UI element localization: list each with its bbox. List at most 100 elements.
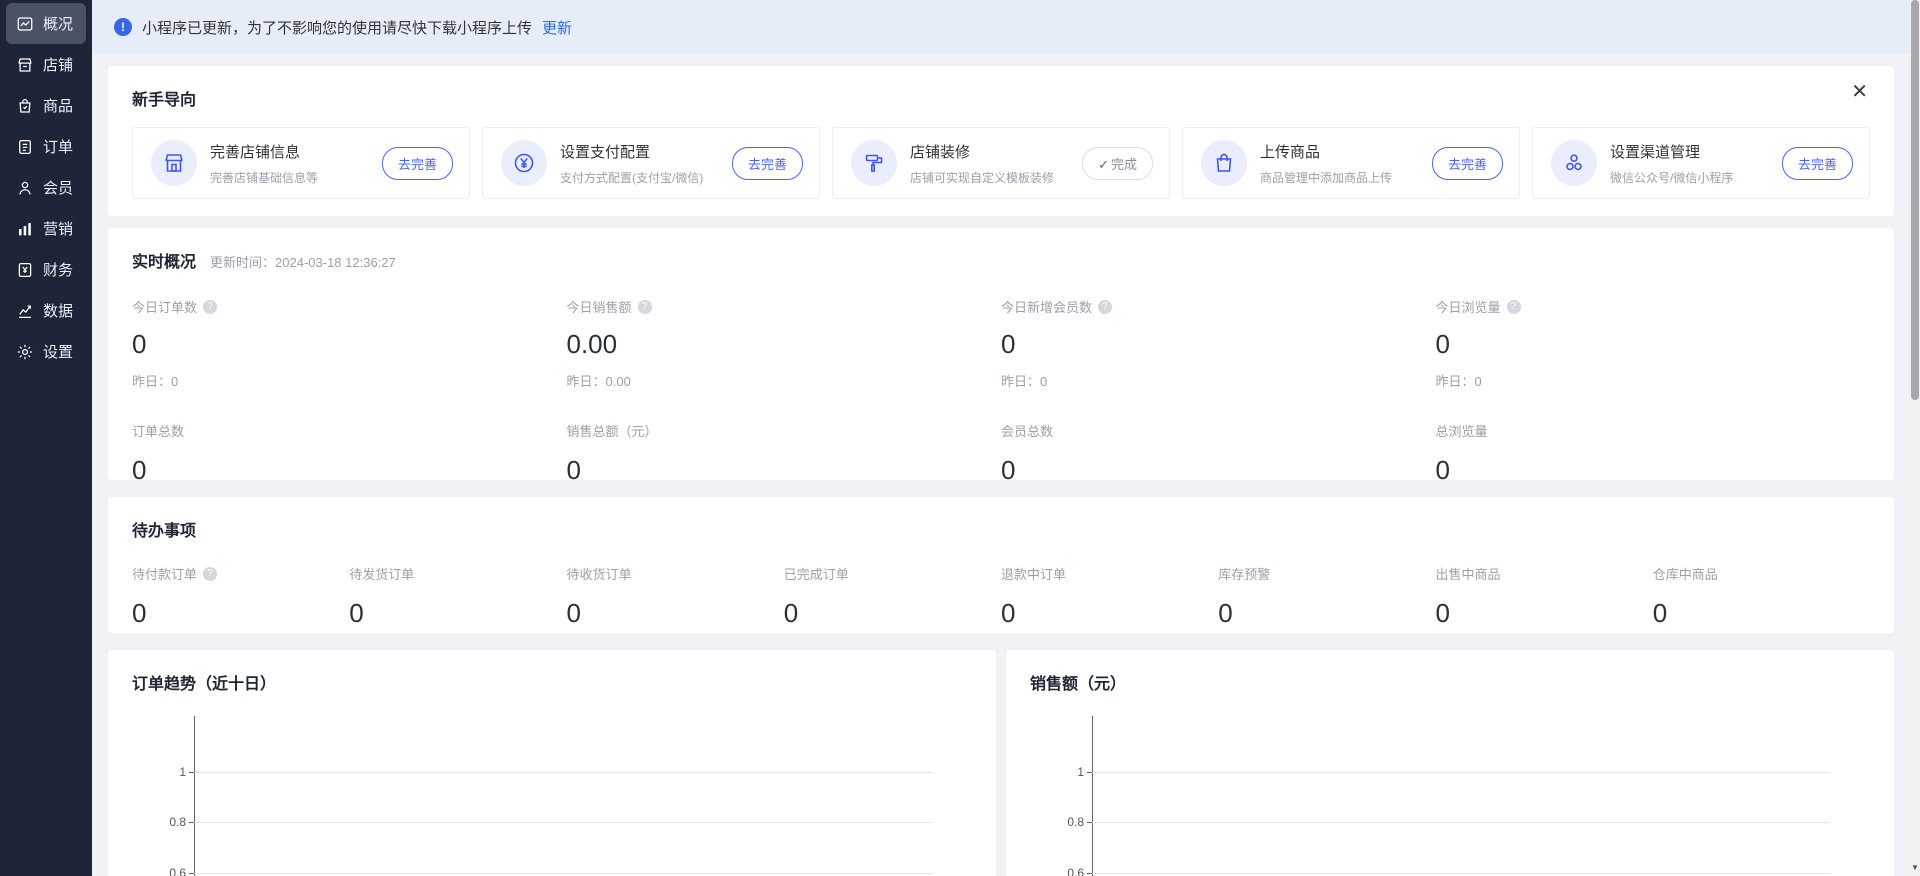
stat-today-sales: 今日销售额? 0.00 昨日：0.00 — [567, 297, 1002, 390]
guide-title: 新手导向 — [132, 86, 1870, 110]
gridline — [1092, 772, 1830, 773]
update-time: 更新时间：2024-03-18 12:36:27 — [210, 252, 396, 271]
guide-card-subtitle: 商品管理中添加商品上传 — [1260, 169, 1419, 186]
settings-icon — [16, 343, 34, 361]
channels-icon — [1551, 140, 1597, 186]
y-tick-label: 0.8 — [1067, 815, 1084, 829]
stat-yesterday: 昨日：0 — [132, 371, 567, 390]
goods-icon — [16, 97, 34, 115]
guide-card-payment: 设置支付配置 支付方式配置(支付宝/微信) 去完善 — [482, 127, 820, 199]
todo-pending-shipment: 待发货订单 0 — [349, 564, 566, 629]
todo-stats-row: 待付款订单? 0 待发货订单 0 待收货订单 0 已完成订单 0 退款中订单 0… — [132, 564, 1870, 629]
order-trend-chart: 1 0.8 0.6 0.4 — [132, 716, 972, 876]
completed-button[interactable]: ✓完成 — [1082, 147, 1153, 180]
guide-card-channels: 设置渠道管理 微信公众号/微信小程序 去完善 — [1532, 127, 1870, 199]
update-link[interactable]: 更新 — [542, 17, 572, 38]
todo-title: 待办事项 — [132, 517, 1870, 541]
stat-value: 0 — [784, 598, 1001, 629]
sidebar-item-data[interactable]: 数据 — [6, 290, 86, 331]
stat-today-new-members: 今日新增会员数? 0 昨日：0 — [1001, 297, 1436, 390]
help-icon[interactable]: ? — [638, 300, 652, 314]
y-tick-label: 0.6 — [169, 866, 186, 876]
overview-icon — [16, 15, 34, 33]
stat-value: 0 — [1001, 329, 1436, 360]
sidebar-item-label: 会员 — [43, 177, 73, 198]
sidebar-item-marketing[interactable]: 营销 — [6, 208, 86, 249]
shopping-bag-icon — [1201, 140, 1247, 186]
guide-card-subtitle: 完善店铺基础信息等 — [210, 169, 369, 186]
chart-title: 销售额（元） — [1030, 670, 1870, 694]
members-icon — [16, 179, 34, 197]
today-stats-row: 今日订单数? 0 昨日：0 今日销售额? 0.00 昨日：0.00 今日新增会员… — [132, 297, 1870, 390]
stat-value: 0 — [1001, 598, 1218, 629]
todo-warehouse-goods: 仓库中商品 0 — [1653, 564, 1870, 629]
sidebar-item-members[interactable]: 会员 — [6, 167, 86, 208]
todo-refunding-orders: 退款中订单 0 — [1001, 564, 1218, 629]
main-content: ! 小程序已更新，为了不影响您的使用请尽快下载小程序上传 更新 新手导向 ✕ 完… — [92, 0, 1910, 876]
data-icon — [16, 302, 34, 320]
scroll-down-arrow-icon[interactable]: ▼ — [1910, 862, 1920, 874]
sidebar-item-orders[interactable]: 订单 — [6, 126, 86, 167]
guide-cards-row: 完善店铺信息 完善店铺基础信息等 去完善 设置支付配置 支付方式配置(支付宝/微… — [132, 127, 1870, 199]
guide-card-title: 设置支付配置 — [560, 141, 719, 162]
realtime-title: 实时概况 — [132, 248, 196, 272]
stat-value: 0 — [1653, 598, 1870, 629]
paint-roller-icon — [851, 140, 897, 186]
notice-text: 小程序已更新，为了不影响您的使用请尽快下载小程序上传 — [142, 17, 532, 38]
todo-stock-warning: 库存预警 0 — [1218, 564, 1435, 629]
sidebar-item-overview[interactable]: 概况 — [6, 3, 86, 44]
shop-icon — [16, 56, 34, 74]
stat-value: 0 — [132, 455, 567, 486]
guide-card-title: 设置渠道管理 — [1610, 141, 1769, 162]
y-tick-label: 0.8 — [169, 815, 186, 829]
stat-yesterday: 昨日：0 — [1436, 371, 1871, 390]
stat-value: 0 — [567, 598, 784, 629]
stat-value: 0 — [1436, 455, 1871, 486]
stat-value: 0 — [1436, 598, 1653, 629]
go-complete-button[interactable]: 去完善 — [732, 147, 803, 180]
stat-value: 0 — [567, 455, 1002, 486]
order-trend-chart-card: 订单趋势（近十日） 1 0.8 0.6 0.4 — [108, 650, 996, 876]
stat-total-orders: 订单总数 0 — [132, 421, 567, 486]
stat-value: 0 — [1436, 329, 1871, 360]
y-axis-line — [194, 716, 195, 876]
close-icon[interactable]: ✕ — [1851, 82, 1868, 102]
sidebar-item-label: 商品 — [43, 95, 73, 116]
help-icon[interactable]: ? — [1098, 300, 1112, 314]
y-tick-label: 1 — [1077, 765, 1084, 779]
stat-today-orders: 今日订单数? 0 昨日：0 — [132, 297, 567, 390]
y-tick-label: 1 — [179, 765, 186, 779]
finance-icon — [16, 261, 34, 279]
help-icon[interactable]: ? — [1507, 300, 1521, 314]
help-icon[interactable]: ? — [203, 567, 217, 581]
sidebar-item-settings[interactable]: 设置 — [6, 331, 86, 372]
sidebar-item-finance[interactable]: 财务 — [6, 249, 86, 290]
help-icon[interactable]: ? — [203, 300, 217, 314]
sidebar-item-label: 财务 — [43, 259, 73, 280]
stat-value: 0 — [132, 598, 349, 629]
go-complete-button[interactable]: 去完善 — [1432, 147, 1503, 180]
sidebar-item-label: 概况 — [43, 13, 73, 34]
sidebar-item-shop[interactable]: 店铺 — [6, 44, 86, 85]
sidebar: 概况 店铺 商品 订单 会员 营销 财务 — [0, 0, 92, 876]
stat-value: 0 — [132, 329, 567, 360]
todo-pending-receipt: 待收货订单 0 — [567, 564, 784, 629]
sidebar-item-goods[interactable]: 商品 — [6, 85, 86, 126]
scrollbar-thumb[interactable] — [1911, 0, 1919, 400]
stat-value: 0.00 — [567, 329, 1002, 360]
charts-row: 订单趋势（近十日） 1 0.8 0.6 0.4 销售额（元） 1 0.8 0.6… — [108, 650, 1894, 876]
sidebar-item-label: 数据 — [43, 300, 73, 321]
stat-yesterday: 昨日：0.00 — [567, 371, 1002, 390]
guide-card-title: 店铺装修 — [910, 141, 1069, 162]
go-complete-button[interactable]: 去完善 — [382, 147, 453, 180]
vertical-scrollbar[interactable]: ▼ — [1910, 0, 1920, 876]
stat-total-sales: 销售总额（元） 0 — [567, 421, 1002, 486]
todo-pending-payment: 待付款订单? 0 — [132, 564, 349, 629]
gridline — [1092, 822, 1830, 823]
gridline — [1092, 873, 1830, 874]
update-notice-bar: ! 小程序已更新，为了不影响您的使用请尽快下载小程序上传 更新 — [92, 0, 1910, 54]
guide-card-shop-info: 完善店铺信息 完善店铺基础信息等 去完善 — [132, 127, 470, 199]
sidebar-item-label: 营销 — [43, 218, 73, 239]
sidebar-item-label: 设置 — [43, 341, 73, 362]
go-complete-button[interactable]: 去完善 — [1782, 147, 1853, 180]
